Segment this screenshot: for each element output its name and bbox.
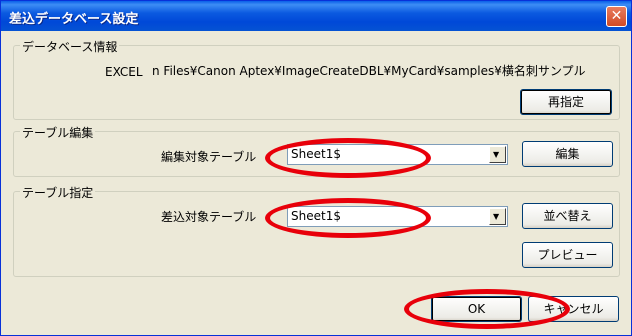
chevron-down-icon[interactable]: ▼ — [489, 146, 506, 163]
title-bar[interactable]: 差込データベース設定 ✕ — [1, 1, 631, 31]
table-edit-label: テーブル編集 — [20, 124, 96, 141]
chevron-down-icon[interactable]: ▼ — [489, 208, 506, 225]
cancel-button[interactable]: キャンセル — [528, 296, 619, 322]
edit-button[interactable]: 編集 — [522, 141, 613, 167]
window-title: 差込データベース設定 — [9, 12, 139, 27]
ok-button[interactable]: OK — [431, 296, 522, 322]
db-path-text: n Files¥Canon Aptex¥ImageCreateDBL¥MyCar… — [152, 64, 586, 78]
merge-target-select[interactable]: Sheet1$ ▼ — [287, 206, 508, 227]
close-icon: ✕ — [610, 8, 623, 24]
respecify-button[interactable]: 再指定 — [520, 89, 612, 115]
database-info-label: データベース情報 — [20, 38, 120, 55]
table-spec-label: テーブル指定 — [20, 184, 96, 201]
edit-target-label: 編集対象テーブル — [161, 150, 257, 164]
preview-button[interactable]: プレビュー — [522, 242, 613, 268]
edit-target-value: Sheet1$ — [291, 147, 341, 161]
merge-target-label: 差込対象テーブル — [161, 210, 257, 224]
close-button[interactable]: ✕ — [606, 6, 627, 27]
db-type-label: EXCEL — [105, 65, 143, 79]
sort-button[interactable]: 並べ替え — [522, 203, 613, 229]
edit-target-select[interactable]: Sheet1$ ▼ — [287, 144, 508, 165]
merge-target-value: Sheet1$ — [291, 209, 341, 223]
dialog-window: 差込データベース設定 ✕ データベース情報 EXCEL n Files¥Cano… — [0, 0, 632, 336]
